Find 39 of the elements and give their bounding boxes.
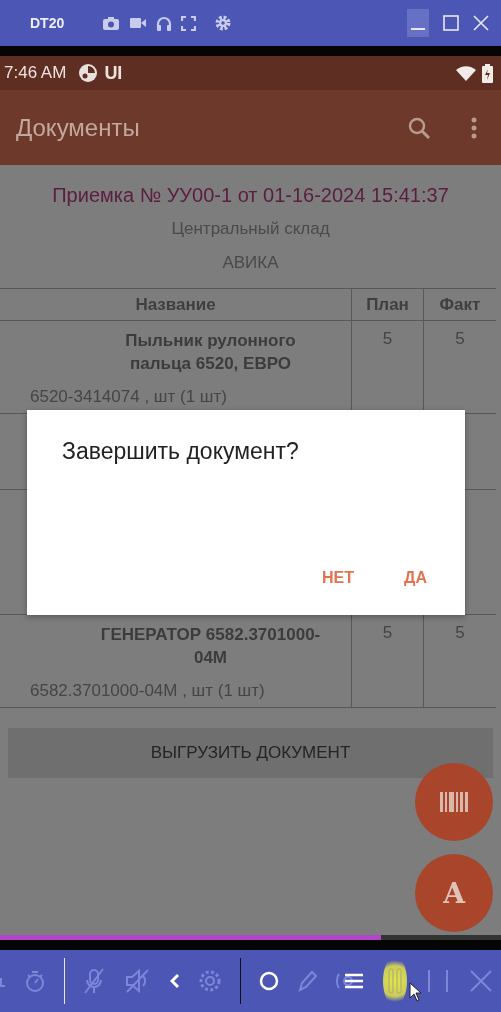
item-code: 6582.3701000-04М , шт (1 шт)	[30, 681, 266, 701]
maximize-icon[interactable]	[443, 15, 459, 31]
column-header: Название	[0, 289, 352, 320]
settings-icon[interactable]	[198, 969, 223, 993]
table-cell-text: 5	[454, 328, 466, 350]
barcode-icon	[440, 792, 468, 812]
search-icon[interactable]	[407, 115, 431, 140]
wifi-icon	[456, 65, 476, 81]
camera-icon[interactable]	[102, 16, 120, 30]
circle-icon[interactable]	[258, 971, 279, 991]
dialog-button[interactable]: НЕТ	[308, 561, 369, 595]
video-camera-icon[interactable]	[129, 16, 147, 30]
clock-text: 7:46 AM	[4, 63, 67, 83]
headphones-icon[interactable]	[156, 15, 172, 31]
dialog-message: Завершить документ?	[62, 438, 300, 465]
settings-icon[interactable]	[215, 15, 231, 31]
status-label: UI	[104, 62, 123, 84]
microphone-off-icon[interactable]	[82, 967, 107, 995]
minimize-icon[interactable]	[407, 9, 429, 37]
upload-button[interactable]: ВЫГРУЗИТЬ ДОКУМЕНТ	[8, 728, 493, 778]
dialog-button[interactable]: ДА	[390, 561, 441, 595]
window-title: DT20	[30, 15, 66, 31]
chevron-left-icon[interactable]	[170, 973, 181, 989]
item-name: ГЕНЕРАТОР 6582.3701000-04М	[99, 624, 322, 669]
battery-icon	[482, 63, 493, 83]
column-header: Факт	[438, 294, 482, 316]
text-button[interactable]: A	[415, 854, 493, 932]
fullscreen-icon[interactable]	[181, 15, 196, 31]
item-name: Пыльник рулонного пальца 6520, ЕВРО	[124, 330, 297, 375]
screen-title: Документы	[16, 113, 140, 142]
item-code: 6520-3414074 , шт (1 шт)	[30, 387, 228, 407]
pencil-icon[interactable]	[296, 970, 317, 992]
document-title: Приемка № УУ00-1 от 01-16-2024 15:41:37	[51, 184, 450, 208]
stopwatch-icon[interactable]	[24, 969, 46, 993]
cursor-icon	[408, 982, 423, 1002]
more-icon[interactable]	[471, 116, 477, 139]
table-cell-text: 5	[454, 622, 466, 644]
column-header: План	[352, 289, 424, 320]
brackets-icon[interactable]	[425, 968, 451, 994]
